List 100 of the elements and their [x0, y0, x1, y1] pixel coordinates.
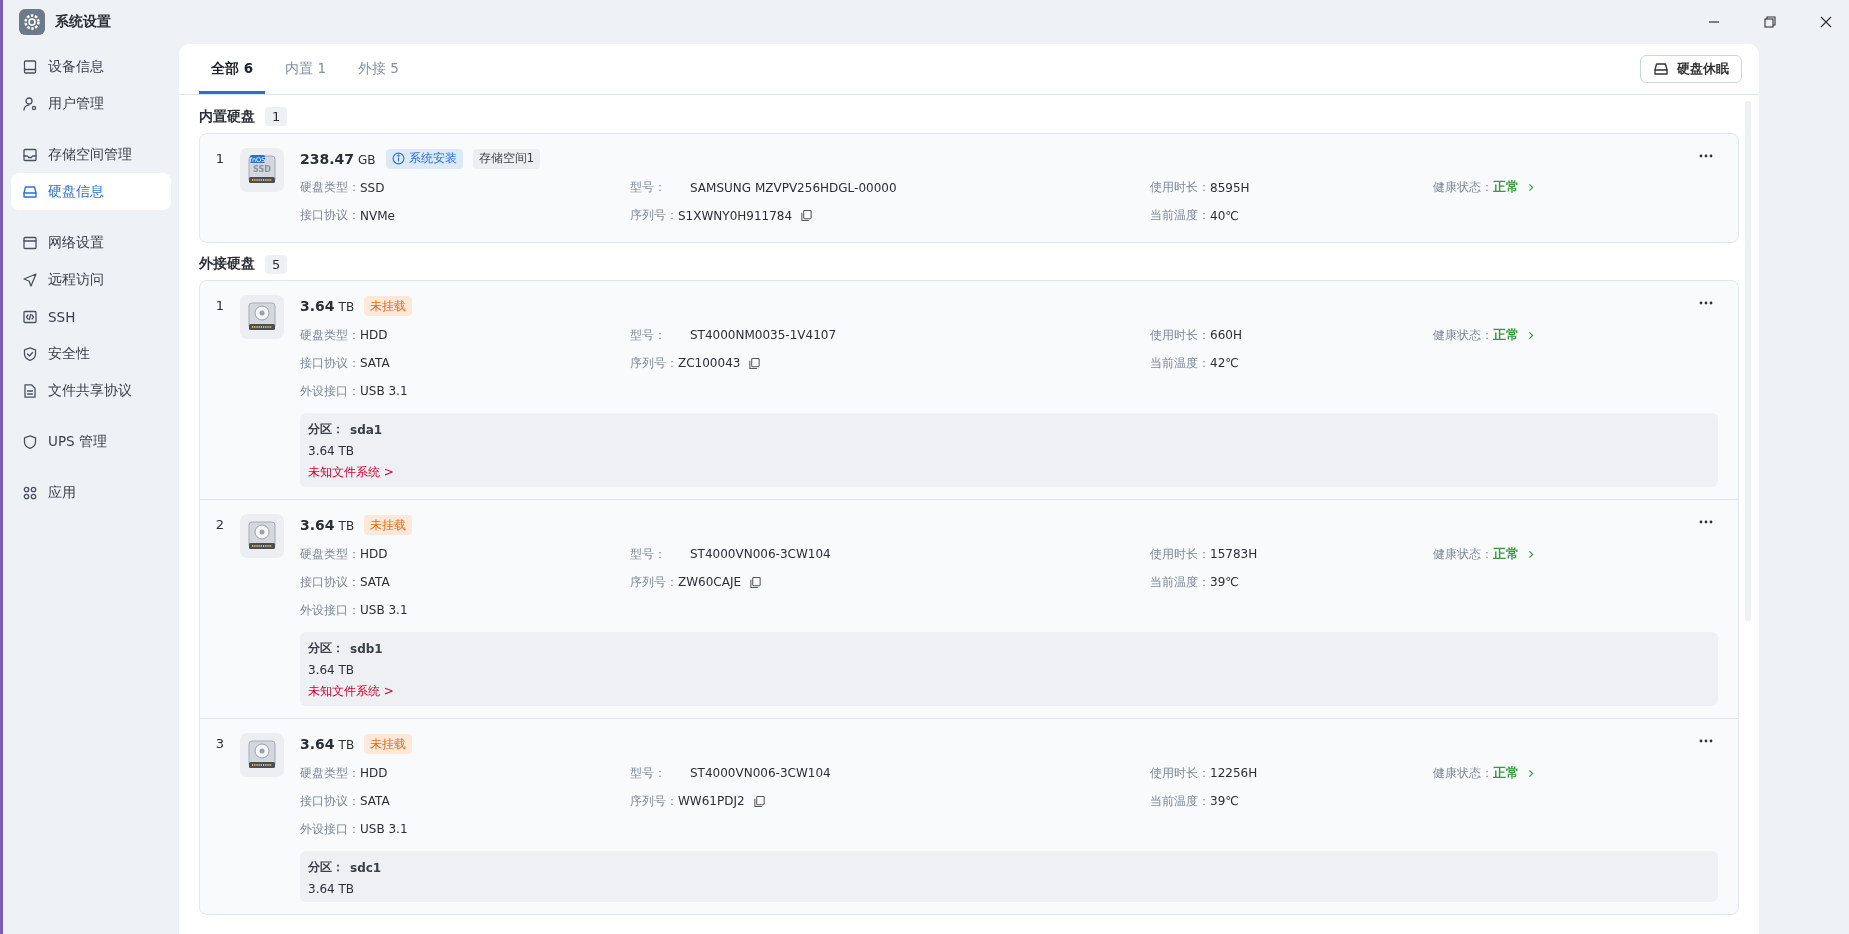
field-label: 健康状态：	[1433, 179, 1493, 196]
partition-size: 3.64 TB	[308, 663, 356, 677]
field-value: 15783H	[1210, 547, 1258, 561]
sidebar-item[interactable]: 远程访问	[11, 261, 171, 298]
hard-drive-icon	[240, 733, 284, 777]
status-tag: 未挂载	[364, 515, 413, 535]
sidebar-item[interactable]: 文件共享协议	[11, 372, 171, 409]
field-label: 当前温度：	[1150, 207, 1210, 224]
section-title: 内置硬盘	[199, 107, 255, 126]
section-title: 外接硬盘	[199, 255, 255, 274]
field-label: 外设接口：	[300, 601, 360, 619]
field-value: USB 3.1	[360, 603, 408, 617]
sidebar-item[interactable]: UPS 管理	[11, 423, 171, 460]
field-label: 接口协议：	[300, 792, 360, 810]
partition-size: 3.64 TB	[308, 882, 356, 896]
status-tag: 存储空间1	[472, 148, 541, 169]
field-value: 42℃	[1210, 356, 1239, 370]
status-tag: 未挂载	[364, 296, 413, 316]
chevron-right-icon[interactable]	[1527, 182, 1535, 193]
copy-icon[interactable]	[748, 356, 762, 370]
disk-capacity: 3.64	[300, 298, 335, 314]
chevron-right-icon[interactable]	[1527, 329, 1535, 341]
sidebar-item[interactable]: 网络设置	[11, 224, 171, 261]
ssd-icon	[240, 147, 284, 192]
monitor-icon	[22, 58, 38, 75]
partition-label: 分区：	[308, 421, 344, 438]
tab[interactable]: 全部 6	[199, 44, 266, 94]
field-value: 正常	[1493, 326, 1519, 344]
field-value: SATA	[360, 575, 390, 589]
field-label: 序列号：	[630, 207, 678, 224]
field-value: ST4000VN006-3CW104	[690, 766, 831, 780]
field-value: SAMSUNG MZVPV256HDGL-00000	[690, 180, 897, 195]
status-tag: 系统安装	[385, 148, 463, 169]
copy-icon[interactable]	[800, 209, 814, 222]
sidebar-item[interactable]: 硬盘信息	[11, 173, 171, 210]
field-label: 使用时长：	[1150, 326, 1210, 344]
shield-check-icon	[22, 345, 38, 362]
partition-name: sdb1	[350, 641, 383, 656]
field-label: 使用时长：	[1150, 179, 1210, 196]
filesystem-link[interactable]: 未知文件系统 >	[308, 464, 394, 481]
sidebar-item[interactable]: 安全性	[11, 335, 171, 372]
field-label: 当前温度：	[1150, 354, 1210, 372]
field-value: ZW60CAJE	[678, 575, 742, 589]
count-badge: 5	[265, 254, 288, 274]
field-label: 型号：	[630, 545, 667, 563]
sidebar-item[interactable]: 存储空间管理	[11, 136, 171, 173]
field-label: 使用时长：	[1150, 545, 1210, 563]
hard-drive-icon	[240, 514, 284, 558]
capacity-unit: TB	[338, 300, 355, 314]
partition-name: sda1	[350, 422, 383, 437]
restore-icon[interactable]	[1764, 16, 1776, 28]
field-value: HDD	[360, 547, 388, 561]
send-icon	[22, 271, 38, 288]
field-label: 硬盘类型：	[300, 326, 360, 344]
count-badge: 1	[265, 107, 288, 127]
copy-icon[interactable]	[752, 794, 766, 808]
window-title: 系统设置	[55, 13, 112, 31]
shield-icon	[22, 433, 38, 450]
chevron-right-icon[interactable]	[1527, 548, 1535, 560]
sidebar-item[interactable]: 用户管理	[11, 85, 171, 122]
sidebar-item[interactable]: SSH	[11, 298, 171, 335]
chevron-right-icon[interactable]	[1527, 767, 1535, 779]
field-label: 接口协议：	[300, 354, 360, 372]
sleep-button[interactable]: 硬盘休眠	[1640, 55, 1742, 83]
partition-label: 分区：	[308, 859, 344, 876]
field-value: 8595H	[1210, 180, 1250, 195]
field-label: 使用时长：	[1150, 764, 1210, 782]
partition-label: 分区：	[308, 640, 344, 657]
sidebar-item[interactable]: 应用	[11, 474, 171, 511]
gear-icon	[19, 9, 45, 35]
filesystem-link[interactable]: 未知文件系统 >	[308, 683, 394, 700]
field-value: 39℃	[1210, 794, 1239, 808]
status-tag: 未挂载	[364, 734, 413, 754]
field-label: 硬盘类型：	[300, 545, 360, 563]
drive-icon	[1653, 61, 1669, 77]
field-value: HDD	[360, 766, 388, 780]
field-value: HDD	[360, 328, 388, 342]
close-icon[interactable]	[1820, 16, 1832, 28]
field-label: 型号：	[630, 764, 667, 782]
field-value: 40℃	[1210, 208, 1239, 223]
capacity-unit: GB	[358, 152, 376, 167]
command-icon	[22, 484, 38, 501]
disk-capacity: 238.47	[300, 150, 355, 167]
disk-index: 2	[214, 516, 226, 534]
code-icon	[22, 308, 38, 325]
inbox-icon	[22, 146, 38, 163]
capacity-unit: TB	[338, 738, 355, 752]
field-value: 39℃	[1210, 575, 1239, 589]
field-label: 外设接口：	[300, 382, 360, 400]
user-icon	[22, 95, 38, 112]
field-value: ST4000NM0035-1V4107	[690, 328, 837, 342]
disk-capacity: 3.64	[300, 517, 335, 533]
field-value: 12256H	[1210, 766, 1258, 780]
partition-name: sdc1	[350, 860, 382, 875]
field-label: 型号：	[630, 179, 667, 196]
copy-icon[interactable]	[749, 575, 763, 589]
icon-label: SSD	[253, 164, 271, 174]
field-label: 当前温度：	[1150, 573, 1210, 591]
sidebar-item[interactable]: 设备信息	[11, 48, 171, 85]
field-value: 正常	[1493, 545, 1519, 563]
